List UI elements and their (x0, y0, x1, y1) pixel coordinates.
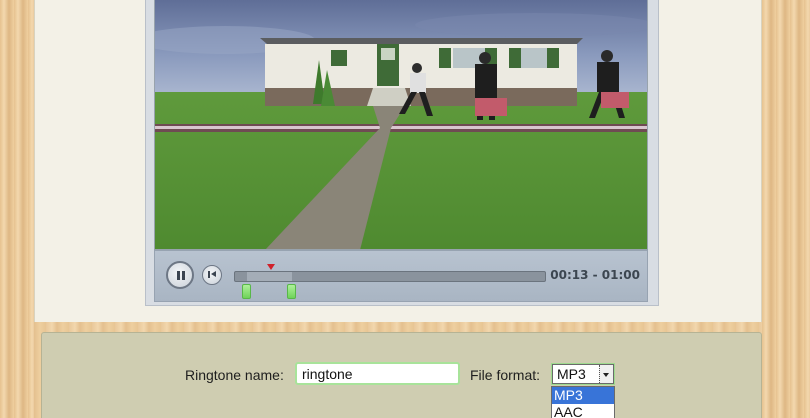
chevron-down-icon[interactable] (599, 365, 613, 383)
wood-background-right (762, 0, 810, 418)
video-still-image (155, 0, 647, 249)
selected-range (247, 272, 292, 281)
format-option-mp3[interactable]: MP3 (552, 387, 614, 404)
wood-background-left (0, 0, 34, 418)
file-format-select[interactable]: MP3 (552, 364, 614, 384)
pause-icon (177, 271, 180, 280)
ringtone-name-input[interactable] (295, 362, 460, 385)
range-end-handle[interactable] (287, 284, 296, 299)
file-format-dropdown: MP3 AAC (551, 386, 615, 418)
ringtone-name-label: Ringtone name: (185, 367, 284, 383)
format-option-aac[interactable]: AAC (552, 404, 614, 418)
video-frame[interactable] (154, 0, 648, 250)
skip-to-start-icon (208, 271, 210, 278)
pause-icon-bar (182, 271, 185, 280)
range-start-handle[interactable] (242, 284, 251, 299)
skip-to-start-icon-arrow (211, 271, 216, 277)
pause-button[interactable] (166, 261, 194, 289)
timeline-track[interactable] (234, 264, 546, 299)
time-readout: 00:13 - 01:00 (550, 268, 640, 282)
file-format-label: File format: (470, 367, 541, 383)
playhead-marker[interactable] (267, 264, 275, 270)
player-controls: 00:13 - 01:00 (154, 250, 648, 302)
ringtone-settings-panel: Ringtone name: File format: MP3 MP3 AAC (41, 332, 762, 418)
file-format-selected-value: MP3 (557, 366, 586, 382)
skip-to-start-button[interactable] (202, 265, 222, 285)
